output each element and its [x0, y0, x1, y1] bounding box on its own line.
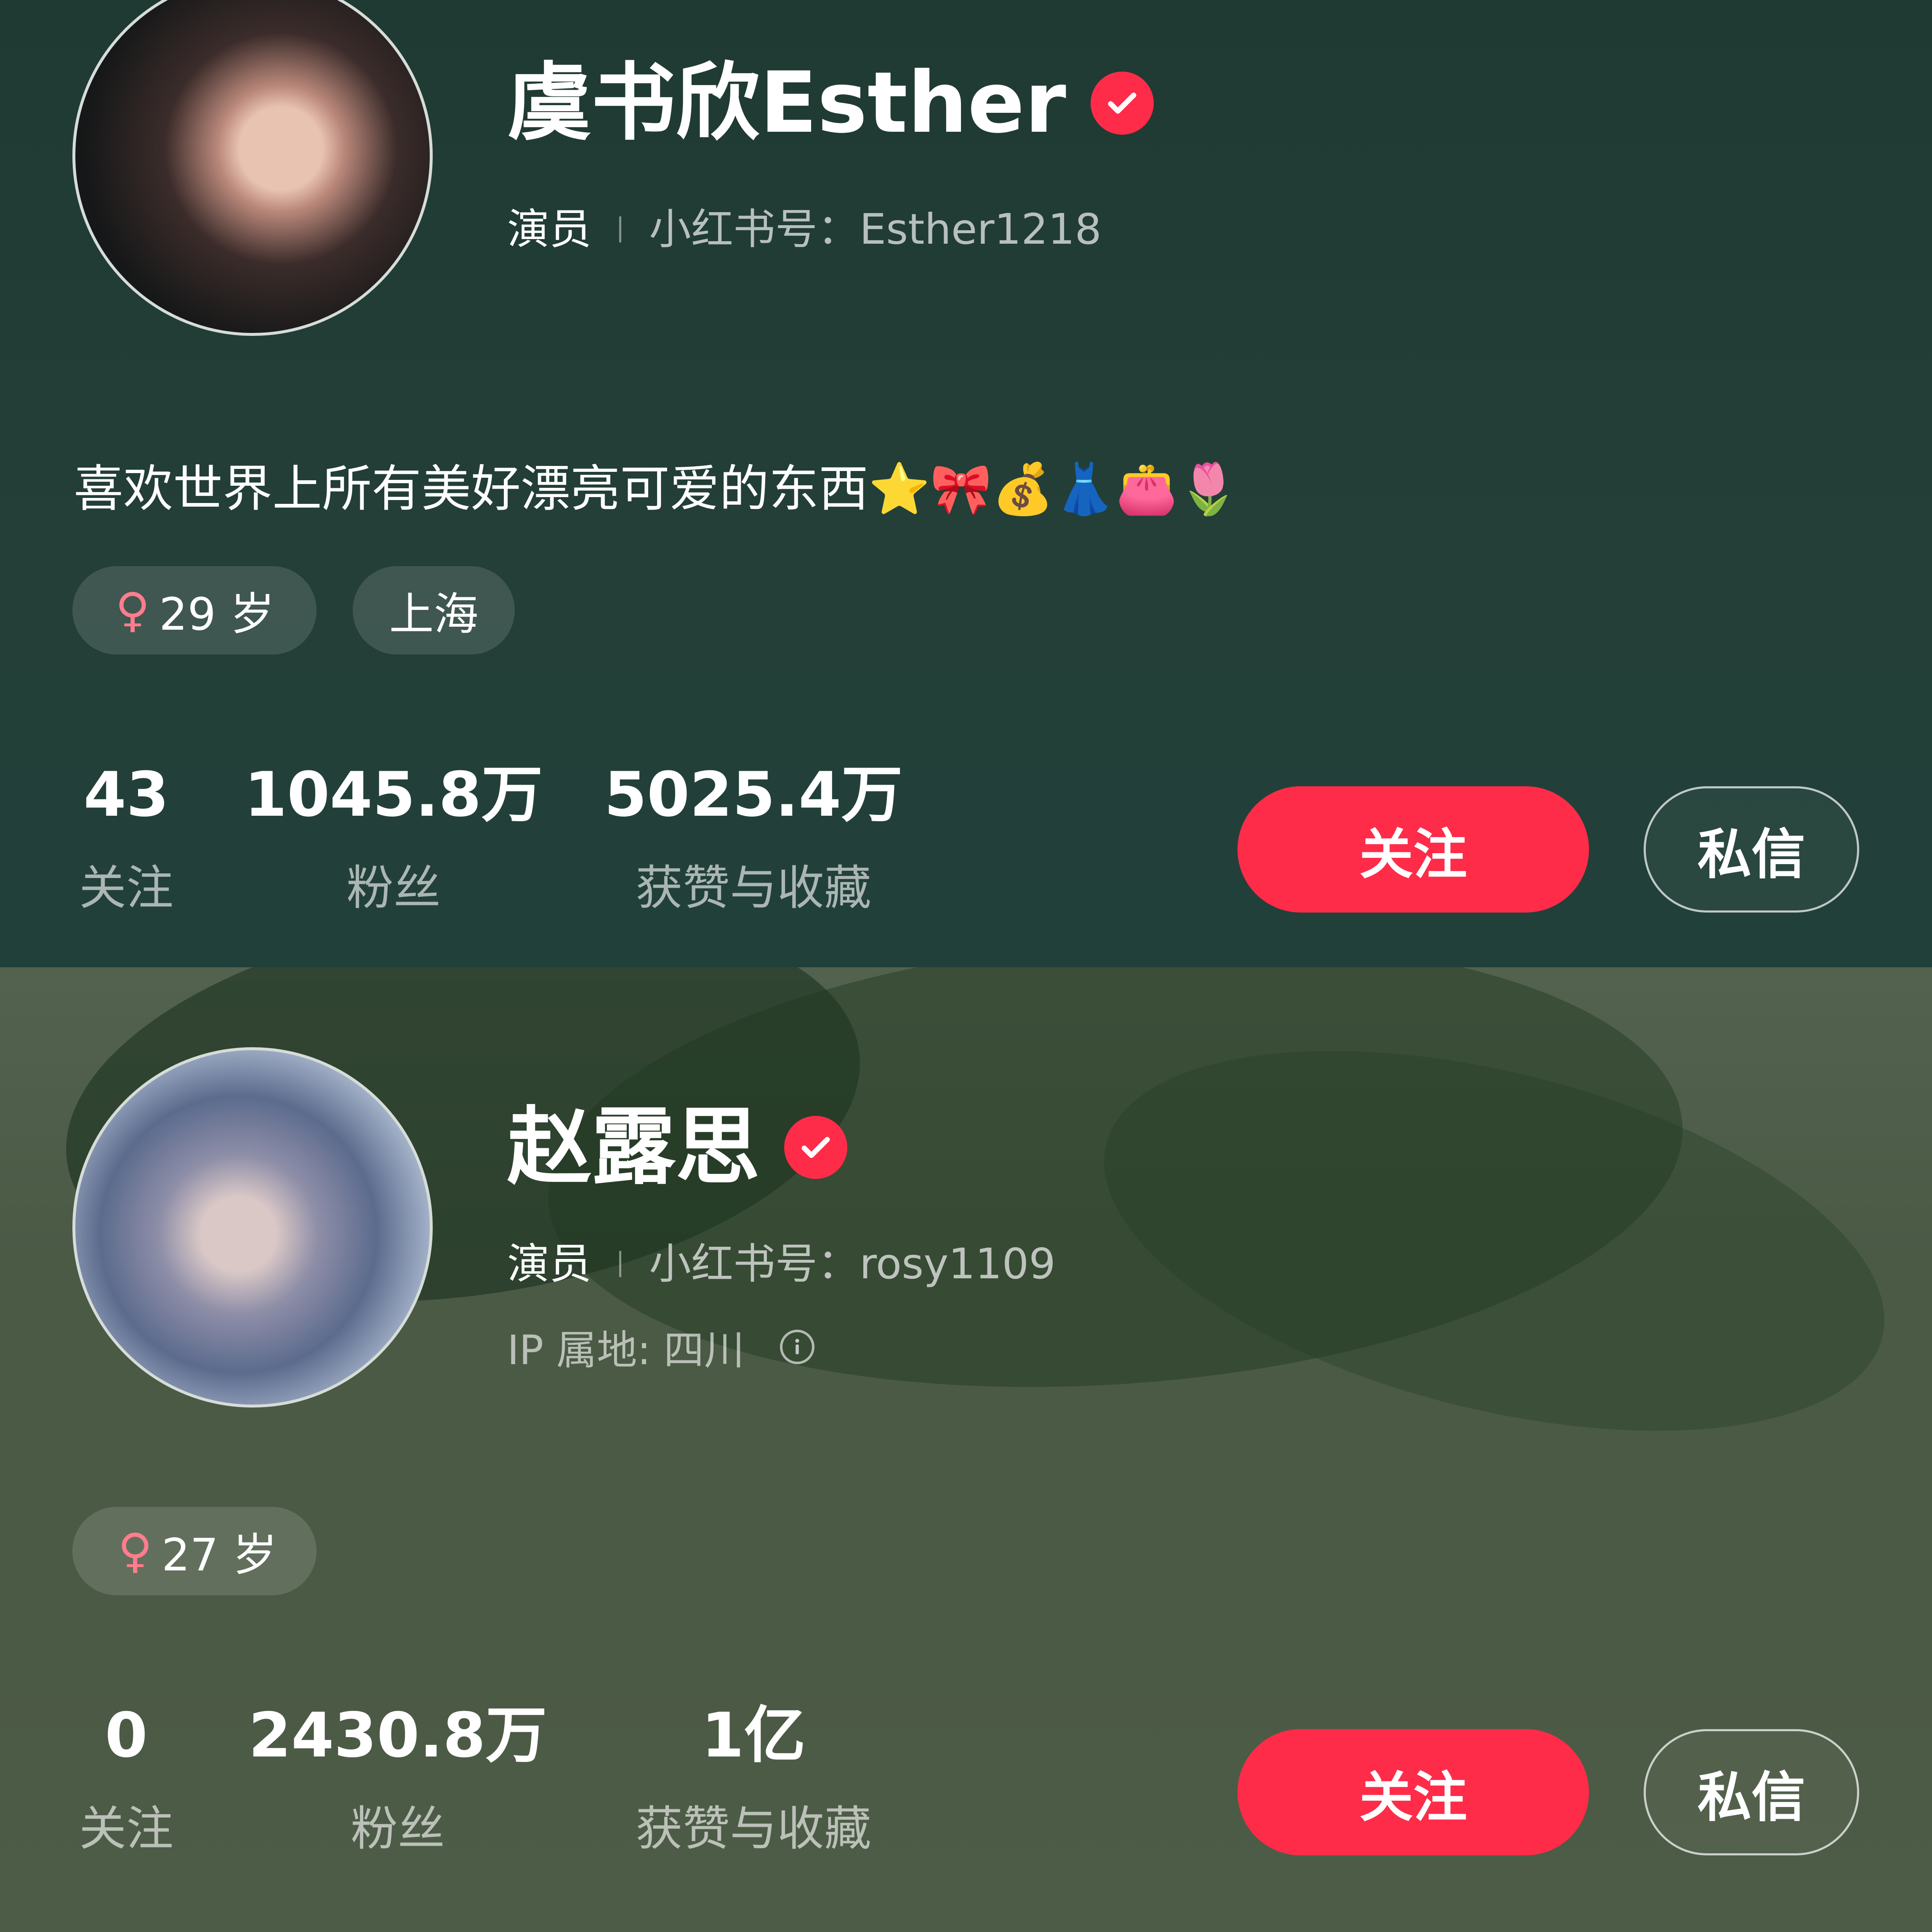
- age-chip: ♀ 27 岁: [72, 1507, 317, 1595]
- location-text: 上海: [389, 588, 479, 640]
- profile-card-2: 赵露思 演员 小红书号：rosy1109 IP 属地: 四川 ♀ 27 岁 0 …: [0, 967, 1932, 1932]
- stat-label: 粉丝: [346, 861, 441, 915]
- avatar[interactable]: [72, 0, 433, 336]
- avatar[interactable]: [72, 1047, 433, 1408]
- stat-value: 2430.8万: [248, 1700, 547, 1771]
- female-icon: ♀: [118, 1524, 153, 1578]
- profile-meta: 演员 小红书号：rosy1109: [507, 1243, 1056, 1285]
- ip-location: IP 属地: 四川: [507, 1317, 814, 1376]
- divider: [619, 1251, 621, 1277]
- stat-label: 关注: [79, 1802, 173, 1856]
- redbook-id[interactable]: 小红书号：rosy1109: [649, 1243, 1056, 1285]
- follow-button[interactable]: 关注: [1237, 1729, 1589, 1855]
- stat-value: 1亿: [701, 1700, 806, 1771]
- stat-value: 0: [105, 1700, 148, 1771]
- profile-bio: 喜欢世界上所有美好漂亮可爱的东西⭐🎀💰👗👛🌷: [74, 460, 1240, 518]
- stat-value: 1045.8万: [244, 759, 543, 830]
- stat-label: 关注: [79, 861, 173, 915]
- stat-value: 5025.4万: [604, 759, 903, 830]
- verified-check-icon: [784, 1116, 848, 1179]
- profile-card-1: 虞书欣Esther 演员 小红书号：Esther1218 喜欢世界上所有美好漂亮…: [0, 0, 1932, 967]
- verified-check-icon: [1090, 72, 1154, 135]
- redbook-id[interactable]: 小红书号：Esther1218: [649, 208, 1102, 250]
- profile-role: 演员: [507, 1239, 591, 1288]
- age-chip: ♀ 29 岁: [72, 566, 317, 655]
- profile-name: 虞书欣Esther: [507, 54, 1066, 152]
- age-text: 29 岁: [159, 588, 275, 640]
- info-icon[interactable]: [780, 1329, 814, 1364]
- age-text: 27 岁: [162, 1529, 277, 1581]
- location-chip: 上海: [353, 566, 515, 655]
- female-icon: ♀: [115, 583, 150, 638]
- stat-following[interactable]: 0 关注: [42, 1705, 210, 1859]
- stat-label: 获赞与收藏: [636, 1802, 871, 1856]
- profile-name-row: 虞书欣Esther: [507, 61, 1154, 145]
- follow-button[interactable]: 关注: [1237, 786, 1589, 913]
- stat-label: 粉丝: [351, 1802, 445, 1856]
- divider: [619, 216, 621, 242]
- profile-meta: 演员 小红书号：Esther1218: [507, 208, 1102, 250]
- stat-label: 获赞与收藏: [636, 861, 871, 915]
- profile-name-row: 赵露思: [507, 1098, 848, 1196]
- message-button[interactable]: 私信: [1644, 786, 1859, 913]
- message-button[interactable]: 私信: [1644, 1729, 1859, 1855]
- stat-likes-collects[interactable]: 5025.4万 获赞与收藏: [585, 764, 922, 918]
- profile-name: 赵露思: [507, 1098, 760, 1196]
- stat-value: 43: [83, 759, 169, 830]
- profile-role: 演员: [507, 205, 591, 254]
- stat-likes-collects[interactable]: 1亿 获赞与收藏: [585, 1705, 922, 1859]
- stat-followers[interactable]: 2430.8万 粉丝: [229, 1705, 566, 1859]
- stat-followers[interactable]: 1045.8万 粉丝: [225, 764, 562, 918]
- ip-location-text: IP 属地: 四川: [507, 1327, 745, 1374]
- stat-following[interactable]: 43 关注: [42, 764, 210, 918]
